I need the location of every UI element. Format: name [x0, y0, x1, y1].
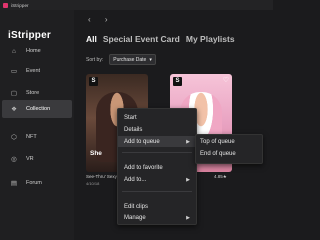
- forum-icon: ▤: [10, 180, 18, 187]
- chevron-right-icon: ▶: [186, 138, 190, 145]
- card-badge: S: [173, 77, 182, 86]
- title-bar: iStripper: [0, 0, 273, 10]
- sidebar-item-collection[interactable]: ❖ Collection: [2, 100, 72, 118]
- chevron-right-icon: ▶: [186, 214, 190, 221]
- sidebar-item-label: Collection: [26, 106, 51, 112]
- sidebar-item-label: Home: [26, 48, 41, 54]
- card-meta: 4/10/18: [86, 181, 100, 186]
- vr-icon: ◎: [11, 156, 17, 163]
- menu-item-start[interactable]: Start: [118, 112, 196, 123]
- card-title: She: [90, 150, 102, 157]
- sidebar: iStripper ⌂ Home ▭ Event ▢ Store ❖ Colle…: [0, 10, 74, 240]
- tab-all[interactable]: All: [86, 34, 97, 44]
- app-icon: [3, 2, 8, 8]
- app-logo: iStripper: [8, 30, 51, 41]
- sidebar-item-event[interactable]: ▭ Event: [2, 62, 72, 80]
- menu-item-add-to[interactable]: Add to... ▶: [118, 174, 196, 185]
- submenu-item-end-of-queue[interactable]: End of queue: [196, 148, 262, 160]
- queue-submenu: Top of queue End of queue: [195, 134, 263, 164]
- tab-special-event-card[interactable]: Special Event Card: [103, 34, 180, 44]
- sort-value: Purchase Date: [113, 56, 147, 63]
- context-menu: Start Details Add to queue ▶ Add to favo…: [117, 108, 197, 225]
- history-nav: ‹ ›: [88, 15, 120, 24]
- card-caption: See-Thru' Sexy: [86, 174, 117, 179]
- menu-item-add-to-queue[interactable]: Add to queue ▶: [118, 136, 196, 147]
- sort-dropdown[interactable]: Purchase Date ▾: [109, 54, 156, 65]
- nft-icon: ⬡: [11, 134, 17, 141]
- sidebar-item-label: Forum: [26, 180, 42, 186]
- sidebar-item-label: Store: [26, 90, 40, 96]
- event-icon: ▭: [10, 68, 18, 75]
- heart-icon[interactable]: ♡: [223, 76, 229, 84]
- sort-bar: Sort by: Purchase Date ▾: [86, 54, 156, 65]
- menu-item-details[interactable]: Details: [118, 124, 196, 135]
- menu-item-manage[interactable]: Manage ▶: [118, 212, 196, 223]
- menu-separator: [122, 152, 192, 153]
- card-badge: S: [89, 77, 98, 86]
- forward-icon[interactable]: ›: [105, 15, 108, 24]
- chevron-down-icon: ▾: [149, 56, 152, 63]
- menu-item-edit-clips[interactable]: Edit clips: [118, 201, 196, 212]
- sidebar-item-label: Event: [26, 68, 41, 74]
- card-rating: 4.85★: [214, 174, 227, 179]
- sidebar-item-forum[interactable]: ▤ Forum: [2, 174, 72, 192]
- store-icon: ▢: [10, 90, 18, 97]
- back-icon[interactable]: ‹: [88, 15, 91, 24]
- submenu-item-top-of-queue[interactable]: Top of queue: [196, 136, 262, 148]
- sort-label: Sort by:: [86, 56, 104, 63]
- menu-separator: [122, 191, 192, 192]
- window-title: iStripper: [11, 2, 29, 8]
- menu-item-add-to-favorite[interactable]: Add to favorite: [118, 162, 196, 173]
- sidebar-item-nft[interactable]: ⬡ NFT: [2, 128, 72, 146]
- sidebar-item-vr[interactable]: ◎ VR: [2, 150, 72, 168]
- collection-icon: ❖: [11, 106, 17, 113]
- chevron-right-icon: ▶: [186, 176, 190, 183]
- sidebar-item-home[interactable]: ⌂ Home: [2, 42, 72, 60]
- sidebar-item-label: NFT: [26, 134, 37, 140]
- home-icon: ⌂: [12, 47, 16, 55]
- sidebar-item-label: VR: [26, 156, 34, 162]
- collection-tabs: All Special Event Card My Playlists: [86, 34, 241, 44]
- tab-my-playlists[interactable]: My Playlists: [186, 34, 235, 44]
